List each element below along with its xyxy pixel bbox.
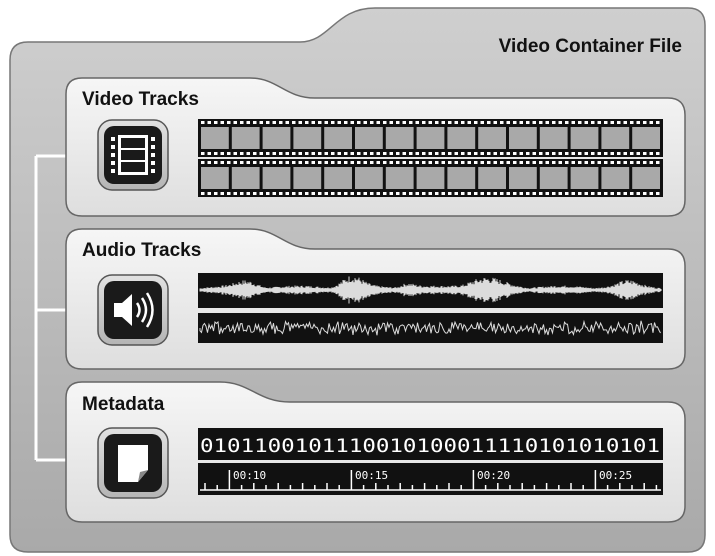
metadata-panel: Metadata 0101100101110010100011110101010…: [65, 381, 686, 523]
audio-tracks-title: Audio Tracks: [82, 240, 201, 261]
audio-tracks-panel: Audio Tracks: [65, 228, 686, 370]
audio-track-1: [198, 273, 663, 308]
binary-track: 0101100101110010100011110101010101: [198, 428, 663, 460]
audio-track-2: [198, 313, 663, 343]
container-title: Video Container File: [499, 36, 682, 57]
timeline-label-2: 00:15: [355, 469, 388, 482]
timeline-track: 00:10 00:15 00:20 00:25: [198, 463, 663, 495]
video-tracks-title: Video Tracks: [82, 89, 199, 110]
video-tracks-panel: Video Tracks: [65, 77, 686, 217]
timeline-label-4: 00:25: [599, 469, 632, 482]
timeline-label-1: 00:10: [233, 469, 266, 482]
metadata-title: Metadata: [82, 394, 165, 415]
video-container-diagram: Video Container File Video Tracks Audio …: [9, 7, 706, 553]
video-track-2: [198, 159, 663, 197]
binary-data: 0101100101110010100011110101010101: [200, 435, 660, 457]
film-strip-icon: [97, 119, 169, 191]
video-track-1: [198, 119, 663, 157]
document-icon: [97, 427, 169, 499]
speaker-icon: [97, 274, 169, 346]
timeline-label-3: 00:20: [477, 469, 510, 482]
